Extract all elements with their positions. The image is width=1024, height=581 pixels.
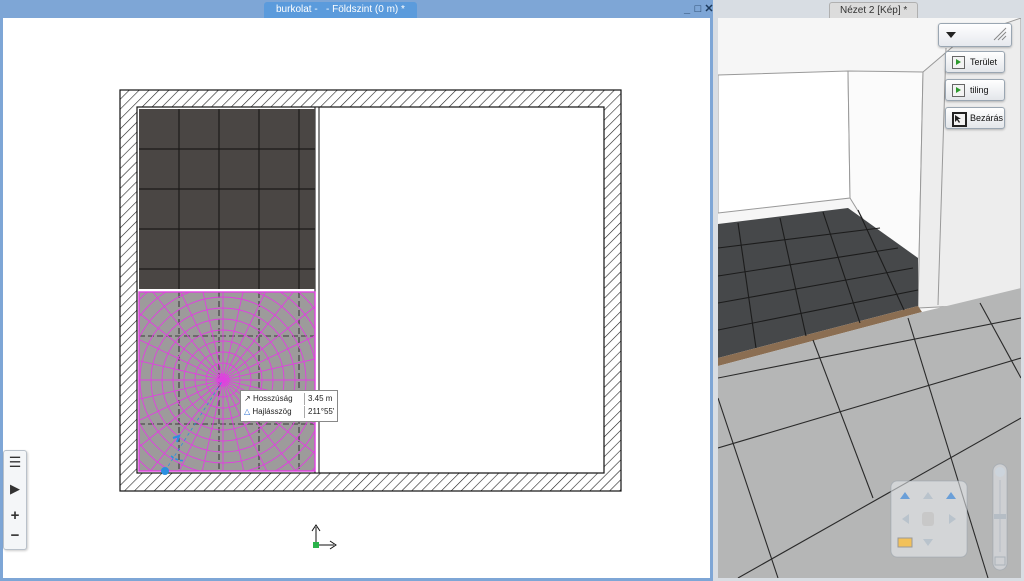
play-icon [952, 56, 965, 69]
expand-icon[interactable]: ▶ [4, 481, 26, 497]
cursor-icon [952, 112, 967, 127]
angle-value[interactable]: 211°55' [304, 406, 334, 418]
floor-plan-drawing [119, 89, 622, 550]
play-icon [952, 84, 965, 97]
view-3d-canvas[interactable]: Terület tiling Bezárás [718, 18, 1021, 578]
plan-window-tab[interactable]: burkolat - - Földszint (0 m) * [264, 2, 417, 18]
bezaras-button[interactable]: Bezárás [945, 107, 1005, 129]
terulet-button[interactable]: Terület [945, 51, 1005, 73]
length-value[interactable]: 3.45 m [304, 393, 332, 405]
view-dropdown[interactable] [938, 23, 1012, 47]
resize-grip-icon [993, 27, 1007, 41]
zoom-in-button[interactable]: + [4, 507, 26, 524]
view-3d-window: Nézet 2 [Kép] * Terület tiling Bezárás [713, 0, 1024, 581]
angle-icon: △ [244, 407, 251, 416]
render-3d [718, 18, 1021, 578]
triangle-down-icon [946, 32, 956, 38]
navigation-cube[interactable] [890, 480, 970, 560]
view-3d-tab[interactable]: Nézet 2 [Kép] * [829, 2, 919, 19]
plan-canvas[interactable]: ↗ Hosszúság 3.45 m △ Hajlásszög 211°55' [3, 18, 710, 578]
tiling-button[interactable]: tiling [945, 79, 1005, 101]
measure-tooltip: ↗ Hosszúság 3.45 m △ Hajlásszög 211°55' [240, 390, 338, 422]
angle-label: Hajlásszög [252, 407, 292, 416]
length-icon: ↗ [244, 394, 251, 403]
zoom-slider[interactable] [988, 462, 1012, 574]
plan-window: burkolat - - Földszint (0 m) * _ □ ✕ ↗ H… [0, 0, 714, 581]
mini-toolbar: ☰ ▶ + − [3, 450, 27, 550]
zoom-out-button[interactable]: − [4, 527, 26, 544]
dark-tile-area[interactable] [139, 109, 315, 289]
axes-icon [311, 524, 337, 550]
length-label: Hosszúság [252, 394, 293, 403]
hand-pan-icon [922, 512, 934, 526]
list-icon[interactable]: ☰ [4, 454, 26, 471]
